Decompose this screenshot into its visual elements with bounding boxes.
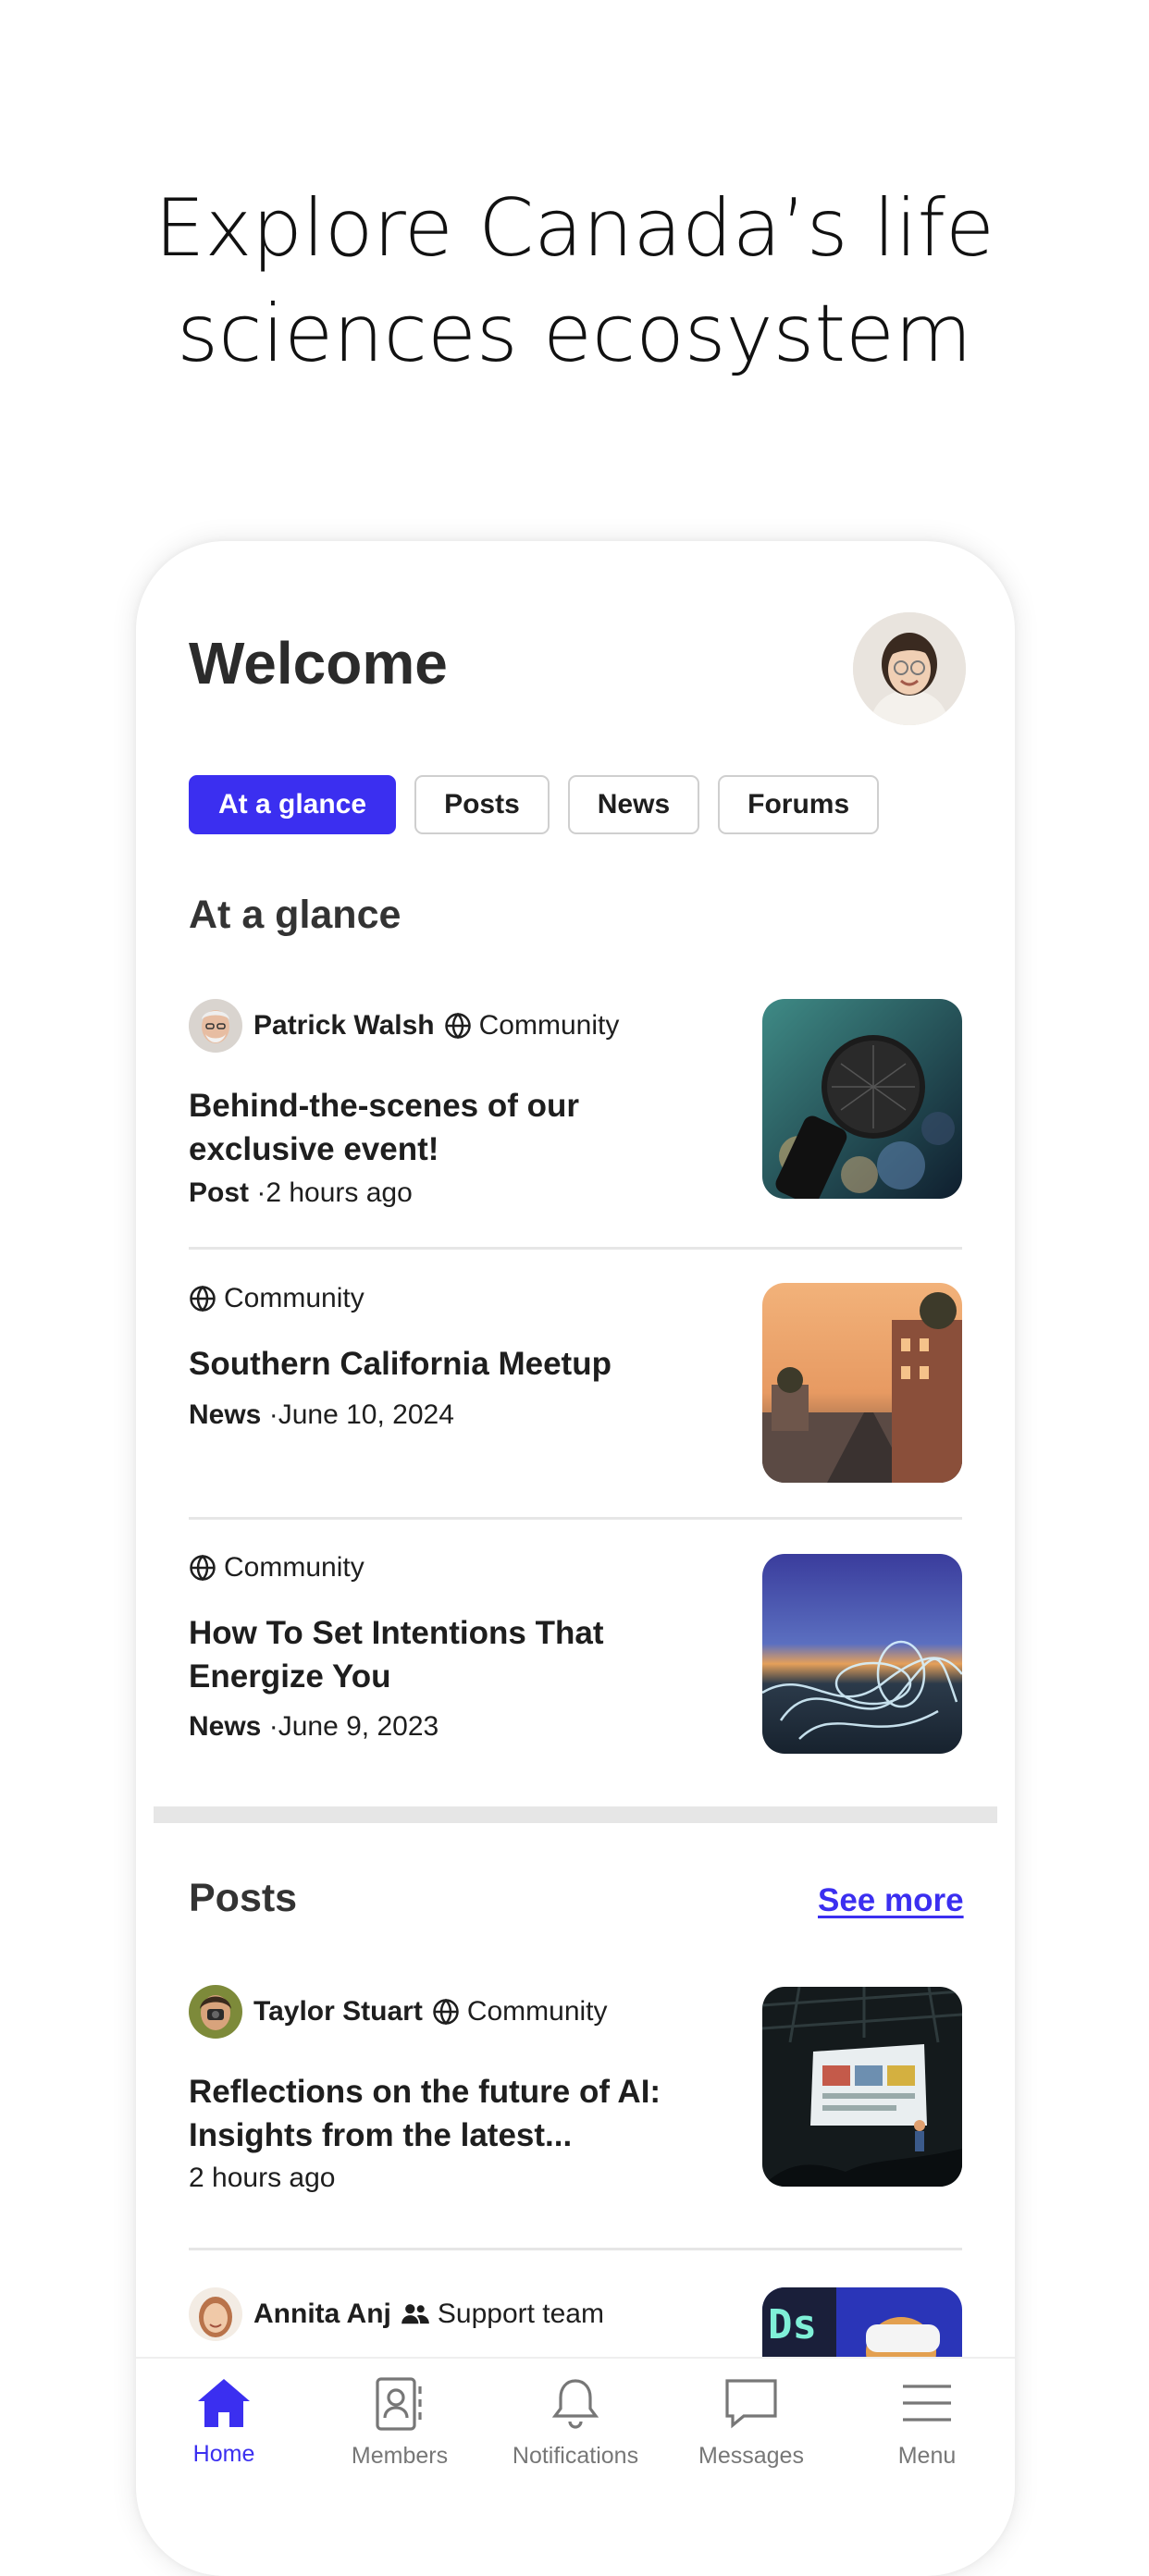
author-avatar	[189, 1985, 242, 2039]
divider	[189, 1517, 962, 1520]
tab-posts[interactable]: Posts	[414, 775, 550, 834]
headline-line-1: Explore Canada’s life	[154, 182, 995, 275]
nav-label: Notifications	[512, 2443, 639, 2469]
item-title-line: How To Set Intentions That	[189, 1615, 604, 1651]
headline: Explore Canada’s life sciences ecosystem	[0, 176, 1149, 387]
item-title-line: Energize You	[189, 1658, 391, 1695]
item-title[interactable]: Behind-the-scenes of our exclusive event…	[189, 1084, 707, 1171]
item-time: ·2 hours ago	[256, 1177, 413, 1208]
bell-icon	[548, 2377, 603, 2435]
menu-icon	[899, 2377, 955, 2435]
people-icon	[401, 2301, 430, 2327]
thumbnail-light-trails[interactable]	[762, 1554, 962, 1754]
nav-home[interactable]: Home	[136, 2359, 312, 2488]
item-meta: News ·June 10, 2024	[189, 1399, 454, 1431]
section-divider	[154, 1806, 997, 1823]
phone-frame: Welcome At a glance Posts News Forums At…	[136, 541, 1015, 2576]
item-meta: Post ·2 hours ago	[189, 1177, 413, 1209]
item-title[interactable]: How To Set Intentions That Energize You	[189, 1611, 707, 1698]
item-type: Post	[189, 1177, 250, 1208]
item-meta: News ·June 9, 2023	[189, 1711, 439, 1743]
nav-menu[interactable]: Menu	[839, 2359, 1015, 2488]
section-title-glance: At a glance	[189, 893, 402, 937]
author-avatar	[189, 2287, 242, 2341]
group-name[interactable]: Community	[224, 1283, 364, 1314]
nav-members[interactable]: Members	[312, 2359, 488, 2488]
tab-at-a-glance[interactable]: At a glance	[189, 775, 397, 834]
author-name[interactable]: Patrick Walsh	[253, 1010, 435, 1041]
item-title-line: Reflections on the future of AI:	[189, 2074, 661, 2110]
item-title-line: Southern California Meetup	[189, 1346, 612, 1382]
tab-forums[interactable]: Forums	[718, 775, 880, 834]
user-avatar[interactable]	[853, 612, 966, 725]
globe-icon	[189, 1285, 216, 1313]
item-type: News	[189, 1711, 262, 1742]
item-title[interactable]: Reflections on the future of AI: Insight…	[189, 2070, 707, 2157]
group-name[interactable]: Community	[479, 1010, 620, 1041]
author-name[interactable]: Taylor Stuart	[253, 1996, 423, 2028]
author-name[interactable]: Annita Anj	[253, 2299, 391, 2330]
tab-bar: At a glance Posts News Forums	[189, 775, 880, 834]
item-title[interactable]: Southern California Meetup	[189, 1342, 707, 1386]
tab-news[interactable]: News	[567, 775, 700, 834]
page-title: Welcome	[189, 630, 448, 696]
item-type: News	[189, 1399, 262, 1430]
group-name[interactable]: Support team	[438, 2299, 604, 2330]
globe-icon	[432, 1998, 460, 2026]
divider	[189, 1247, 962, 1250]
nav-label: Messages	[698, 2443, 804, 2469]
item-title-line: exclusive event!	[189, 1131, 439, 1167]
item-title-line: Behind-the-scenes of our	[189, 1088, 579, 1124]
headline-line-2: sciences ecosystem	[177, 288, 972, 380]
group-name[interactable]: Community	[224, 1552, 364, 1584]
item-time: ·June 9, 2023	[268, 1711, 439, 1742]
see-more-link[interactable]: See more	[818, 1882, 964, 1919]
author-avatar	[189, 999, 242, 1053]
chat-icon	[723, 2377, 779, 2435]
home-icon	[196, 2377, 252, 2434]
globe-icon	[444, 1012, 472, 1040]
svg-text:Ds: Ds	[768, 2301, 817, 2348]
bottom-navigation: Home Members Notifications Messages Menu	[136, 2357, 1015, 2488]
group-name[interactable]: Community	[467, 1996, 608, 2028]
item-time: ·June 10, 2024	[268, 1399, 454, 1430]
thumbnail-city-street[interactable]	[762, 1283, 962, 1483]
item-title-line: Insights from the latest...	[189, 2117, 573, 2153]
section-title-posts: Posts	[189, 1876, 298, 1920]
item-time: 2 hours ago	[189, 2163, 336, 2193]
nav-messages[interactable]: Messages	[663, 2359, 839, 2488]
nav-label: Members	[351, 2443, 449, 2469]
nav-notifications[interactable]: Notifications	[488, 2359, 663, 2488]
thumbnail-microphone[interactable]	[762, 999, 962, 1199]
members-icon	[372, 2377, 427, 2435]
nav-label: Home	[192, 2441, 255, 2467]
globe-icon	[189, 1554, 216, 1582]
nav-label: Menu	[897, 2443, 957, 2469]
thumbnail-presentation[interactable]	[762, 1987, 962, 2187]
divider	[189, 2248, 962, 2250]
